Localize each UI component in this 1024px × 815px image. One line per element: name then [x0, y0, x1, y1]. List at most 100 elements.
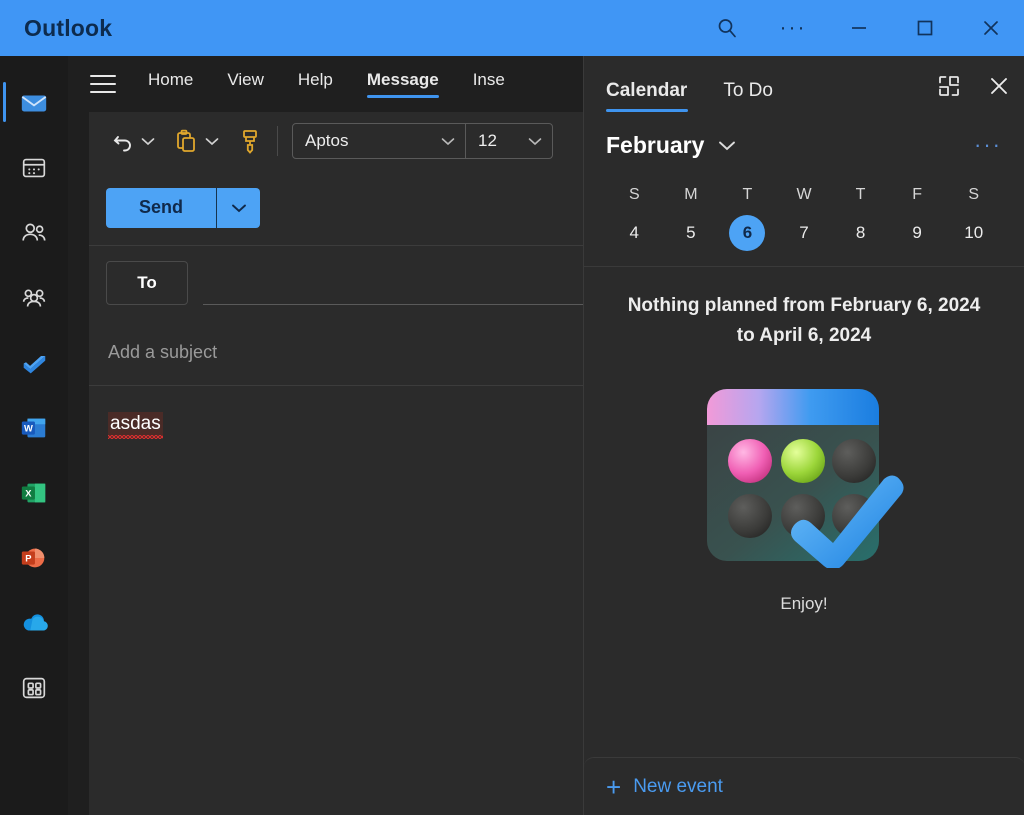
date-number: 7: [786, 215, 822, 251]
minimize-icon[interactable]: [826, 0, 892, 56]
empty-calendar-illustration: [584, 383, 1024, 568]
apps-grid-icon: [19, 673, 49, 703]
font-size-value: 12: [478, 131, 497, 151]
date-cell-selected[interactable]: 6: [719, 214, 776, 252]
rail-item-word[interactable]: W: [0, 395, 68, 460]
paste-chevron-down-icon[interactable]: [201, 126, 223, 156]
compose-card: Send To Add a subject asdas: [89, 170, 583, 815]
people-icon: [19, 218, 49, 248]
date-number: 9: [899, 215, 935, 251]
calendar-panel-close-icon[interactable]: [974, 66, 1024, 106]
date-number: 5: [673, 215, 709, 251]
date-cell[interactable]: 9: [889, 214, 946, 252]
send-split-button: Send: [106, 188, 260, 228]
to-input[interactable]: [203, 261, 583, 305]
more-options-label: ···: [780, 23, 807, 33]
to-row: To: [89, 246, 583, 319]
message-body-text[interactable]: asdas: [108, 412, 163, 438]
calendar-more-options-icon[interactable]: ···: [974, 141, 1002, 149]
mail-icon: [19, 88, 49, 118]
to-button[interactable]: To: [106, 261, 188, 305]
svg-text:X: X: [25, 488, 32, 498]
send-options-chevron-down-icon[interactable]: [216, 188, 260, 228]
send-button[interactable]: Send: [106, 188, 216, 228]
ribbon-tab-insert[interactable]: Inse: [473, 71, 505, 98]
day-initial-sun: S: [606, 182, 663, 214]
month-chevron-down-icon[interactable]: [718, 140, 736, 151]
date-cell[interactable]: 5: [663, 214, 720, 252]
date-number: 10: [956, 215, 992, 251]
font-family-chevron-down-icon[interactable]: [437, 126, 459, 156]
rail-item-groups[interactable]: [0, 265, 68, 330]
hamburger-menu-icon[interactable]: [90, 75, 116, 93]
svg-text:P: P: [25, 553, 31, 563]
more-options-icon[interactable]: ···: [760, 0, 826, 56]
ribbon-tab-view[interactable]: View: [227, 71, 264, 98]
enjoy-text: Enjoy!: [584, 594, 1024, 614]
date-number: 8: [843, 215, 879, 251]
powerpoint-icon: P: [19, 543, 49, 573]
search-icon[interactable]: [694, 0, 760, 56]
week-strip: S M T W T F S 4 5 6 7 8 9 10: [584, 172, 1024, 252]
todo-check-icon: [19, 348, 49, 378]
new-event-label: New event: [633, 776, 723, 798]
date-number-selected: 6: [729, 215, 765, 251]
rail-item-apps[interactable]: [0, 655, 68, 720]
send-row: Send: [89, 170, 583, 245]
date-number: 4: [616, 215, 652, 251]
day-initial-sat: S: [945, 182, 1002, 214]
new-event-button[interactable]: + New event: [606, 774, 723, 800]
date-cell[interactable]: 8: [832, 214, 889, 252]
date-cell[interactable]: 7: [776, 214, 833, 252]
ribbon-tab-message[interactable]: Message: [367, 71, 439, 98]
rail-item-powerpoint[interactable]: P: [0, 525, 68, 590]
toolbar-divider: [277, 126, 278, 156]
font-size-select[interactable]: 12: [466, 124, 552, 158]
day-initial-mon: M: [663, 182, 720, 214]
format-painter-icon[interactable]: [237, 127, 263, 155]
date-cell[interactable]: 10: [945, 214, 1002, 252]
ribbon-tab-home[interactable]: Home: [148, 71, 193, 98]
undo-icon[interactable]: [109, 127, 137, 155]
date-cell[interactable]: 4: [606, 214, 663, 252]
window-controls: ···: [694, 0, 1024, 56]
tab-todo[interactable]: To Do: [723, 81, 773, 112]
font-family-select[interactable]: Aptos: [293, 124, 465, 158]
month-row: February ···: [584, 118, 1024, 172]
paste-icon[interactable]: [173, 127, 201, 155]
rail-item-onedrive[interactable]: [0, 590, 68, 655]
no-events-message: Nothing planned from February 6, 2024 to…: [584, 267, 1024, 351]
rail-item-calendar[interactable]: [0, 135, 68, 200]
date-numbers-row: 4 5 6 7 8 9 10: [606, 214, 1002, 252]
day-initial-wed: W: [776, 182, 833, 214]
onedrive-cloud-icon: [19, 608, 49, 638]
plus-icon: +: [606, 774, 621, 800]
subject-input[interactable]: Add a subject: [89, 319, 583, 385]
day-initial-tue: T: [719, 182, 776, 214]
maximize-icon[interactable]: [892, 0, 958, 56]
calendar-panel-tabs: Calendar To Do: [584, 56, 1024, 118]
tab-calendar[interactable]: Calendar: [606, 81, 687, 112]
popout-icon[interactable]: [924, 66, 974, 106]
groups-icon: [19, 283, 49, 313]
compose-window: Home View Help Message Inse: [68, 56, 583, 815]
title-bar: Outlook ···: [0, 0, 1024, 56]
formatting-toolbar: Aptos 12: [89, 112, 583, 170]
day-initials-row: S M T W T F S: [606, 182, 1002, 214]
rail-item-people[interactable]: [0, 200, 68, 265]
rail-item-todo[interactable]: [0, 330, 68, 395]
rail-item-mail[interactable]: [0, 70, 68, 135]
app-rail: W X P: [0, 56, 68, 815]
undo-chevron-down-icon[interactable]: [137, 126, 159, 156]
subject-placeholder: Add a subject: [108, 342, 217, 363]
font-size-chevron-down-icon[interactable]: [524, 126, 546, 156]
close-icon[interactable]: [958, 0, 1024, 56]
word-icon: W: [19, 413, 49, 443]
ribbon-tab-help[interactable]: Help: [298, 71, 333, 98]
message-body[interactable]: asdas: [89, 386, 583, 438]
rail-item-excel[interactable]: X: [0, 460, 68, 525]
calendar-icon: [19, 153, 49, 183]
day-initial-fri: F: [889, 182, 946, 214]
new-event-bar: + New event: [584, 757, 1024, 815]
day-initial-thu: T: [832, 182, 889, 214]
